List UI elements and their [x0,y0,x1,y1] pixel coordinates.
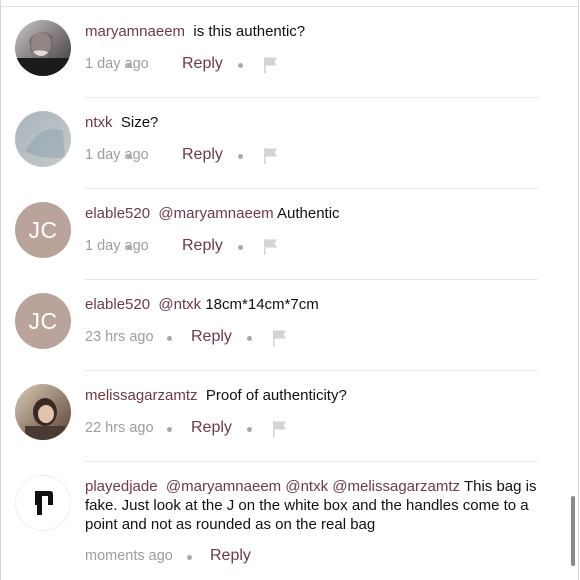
comment-text-line: ntxk Size? [85,113,555,132]
comment-meta: 22 hrs ago Reply [85,419,385,439]
comment-time: moments ago [85,548,173,564]
comment-text-line: elable520 @maryamnaeem Authentic [85,204,555,223]
separator-dot [187,555,192,560]
comment-mention[interactable]: @melissagarzamtz [332,478,460,495]
separator-dot [167,336,172,341]
reply-button[interactable]: Reply [182,55,223,73]
reply-button[interactable]: Reply [210,547,251,565]
avatar[interactable] [15,111,71,167]
comment-mention[interactable]: @maryamnaeem [166,478,281,495]
separator-dot [238,63,243,68]
comment-divider [85,370,538,371]
flag-icon[interactable] [263,56,279,78]
comment-time: 1 day ago [85,147,149,163]
comment-time: 23 hrs ago [85,329,154,345]
comment-meta: 23 hrs ago Reply [85,328,385,348]
avatar[interactable]: JC [15,293,71,349]
comment-body: is this authentic? [193,23,306,40]
comment-time: 1 day ago [85,238,149,254]
reply-button[interactable]: Reply [182,146,223,164]
comment-meta: moments ago Reply [85,547,385,567]
comment-body: Authentic [277,205,340,222]
separator-dot [127,154,132,159]
comment-username[interactable]: playedjade [85,478,158,495]
comment-username[interactable]: elable520 [85,296,150,313]
comment-text-line: elable520 @ntxk 18cm*14cm*7cm [85,295,555,314]
comment-text-line: playedjade @maryamnaeem @ntxk @melissaga… [85,477,555,534]
scrollbar-thumb[interactable] [571,496,575,566]
reply-button[interactable]: Reply [191,328,232,346]
avatar-initials: JC [28,307,58,334]
avatar-photo [15,384,71,440]
comment-username[interactable]: ntxk [85,114,113,131]
avatar[interactable]: JC [15,202,71,258]
comment-divider [85,188,538,189]
flag-icon[interactable] [272,420,288,442]
reply-button[interactable]: Reply [191,419,232,437]
separator-dot [247,427,252,432]
comment-mention[interactable]: @maryamnaeem [158,205,273,222]
comment-divider [85,97,538,98]
comment-meta: 1 day ago Reply [85,55,385,75]
flag-icon[interactable] [263,238,279,260]
comment-username[interactable]: elable520 [85,205,150,222]
frame-left-border [0,0,1,580]
comment-username[interactable]: melissagarzamtz [85,387,198,404]
top-divider [0,6,580,7]
comment-body: Size? [120,114,159,131]
avatar[interactable] [15,475,71,531]
separator-dot [238,245,243,250]
reply-button[interactable]: Reply [182,237,223,255]
avatar[interactable] [15,20,71,76]
comment-text-line: melissagarzamtz Proof of authenticity? [85,386,555,405]
comment-body: 18cm*14cm*7cm [205,296,319,313]
avatar-photo [15,20,71,76]
flag-icon[interactable] [263,147,279,169]
comment-mention[interactable]: @ntxk [158,296,201,313]
comment-time: 1 day ago [85,56,149,72]
flag-icon[interactable] [272,329,288,351]
comment-mention[interactable]: @ntxk [285,478,328,495]
comment-divider [85,461,538,462]
comment-meta: 1 day ago Reply [85,146,385,166]
avatar-photo [15,111,71,167]
comment-text-line: maryamnaeem is this authentic? [85,22,555,41]
frame-right-border [578,0,579,580]
avatar-initials: JC [28,216,58,243]
separator-dot [127,63,132,68]
separator-dot [167,427,172,432]
comment-username[interactable]: maryamnaeem [85,23,185,40]
avatar[interactable] [15,384,71,440]
separator-dot [247,336,252,341]
comment-time: 22 hrs ago [85,420,154,436]
poshmark-logo-icon [35,491,53,515]
comment-body: Proof of authenticity? [205,387,347,404]
comment-meta: 1 day ago Reply [85,237,385,257]
separator-dot [238,154,243,159]
comment-divider [85,279,538,280]
separator-dot [127,245,132,250]
